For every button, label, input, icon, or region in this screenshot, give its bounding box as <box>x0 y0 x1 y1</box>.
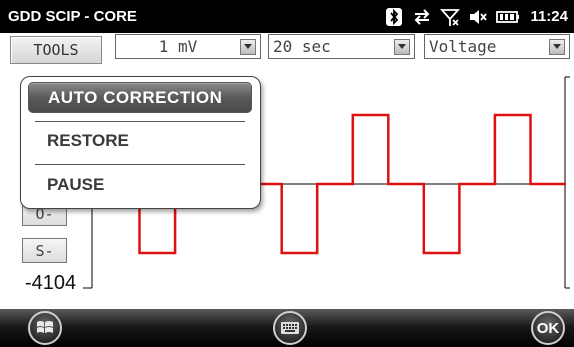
toolbar: TOOLS 1 mV 20 sec Voltage <box>0 33 574 69</box>
ok-button[interactable]: OK <box>531 311 565 345</box>
menu-divider <box>35 164 245 165</box>
menu-item-restore[interactable]: RESTORE <box>28 123 252 159</box>
menu-item-auto-correction[interactable]: AUTO CORRECTION <box>28 82 252 113</box>
tools-menu: AUTO CORRECTION RESTORE PAUSE <box>20 76 261 209</box>
right-axis-bracket <box>564 76 570 289</box>
menu-item-pause[interactable]: PAUSE <box>28 167 252 203</box>
scale-dropdown[interactable]: 1 mV <box>115 34 261 59</box>
volume-muted-icon[interactable] <box>468 7 488 27</box>
chevron-down-icon[interactable] <box>394 38 410 55</box>
chevron-down-icon[interactable] <box>549 38 565 55</box>
bluetooth-icon[interactable] <box>384 7 404 27</box>
mode-dropdown[interactable]: Voltage <box>424 34 570 59</box>
windows-start-icon <box>37 321 53 333</box>
scale-value: 1 mV <box>158 37 198 56</box>
start-button[interactable] <box>28 311 62 345</box>
timebase-dropdown[interactable]: 20 sec <box>268 34 415 59</box>
menu-divider <box>35 121 245 122</box>
no-signal-icon[interactable] <box>440 7 461 27</box>
battery-icon[interactable] <box>496 7 520 27</box>
mode-value: Voltage <box>429 37 497 56</box>
app-title: GDD SCIP - CORE <box>8 8 137 25</box>
tools-button[interactable]: TOOLS <box>10 36 102 64</box>
keyboard-button[interactable] <box>273 311 307 345</box>
scale-button[interactable]: S- <box>22 238 67 263</box>
status-icons: 11:24 <box>384 0 568 33</box>
sync-icon[interactable] <box>412 7 432 27</box>
keyboard-icon <box>281 322 299 334</box>
chevron-down-icon[interactable] <box>240 38 256 55</box>
status-bar: GDD SCIP - CORE 11:24 <box>0 0 574 33</box>
clock[interactable]: 11:24 <box>530 8 568 25</box>
timebase-value: 20 sec <box>273 37 331 56</box>
y-min-label: -4104 <box>25 272 77 294</box>
bottom-bar: OK <box>0 309 574 347</box>
